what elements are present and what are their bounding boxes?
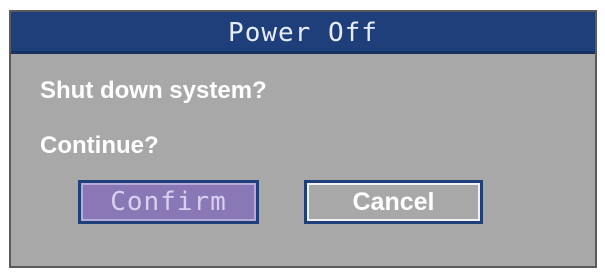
confirm-button[interactable]: Confirm (78, 180, 259, 224)
shutdown-message: Shut down system? (40, 77, 267, 104)
dialog-title: Power Off (228, 18, 378, 48)
cancel-button-label: Cancel (352, 187, 435, 216)
dialog-titlebar: Power Off (11, 12, 595, 54)
confirm-button-label: Confirm (110, 187, 227, 217)
cancel-button[interactable]: Cancel (304, 180, 483, 224)
power-off-dialog: Power Off Shut down system? Continue? Co… (9, 10, 597, 268)
continue-message: Continue? (40, 132, 159, 159)
